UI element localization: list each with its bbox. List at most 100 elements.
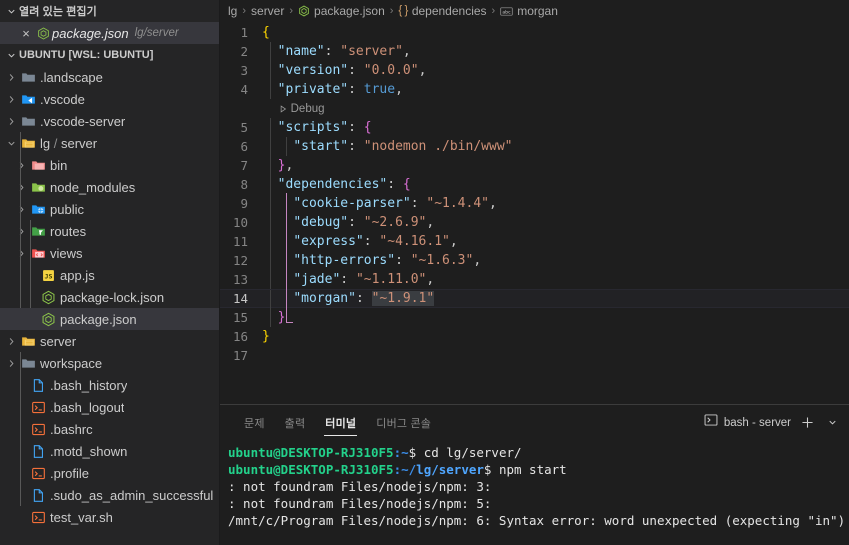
terminal-line: ubuntu@DESKTOP-RJ310F5:~$ cd lg/server/	[228, 444, 849, 461]
panel-tab-터미널[interactable]: 터미널	[315, 405, 366, 440]
code-line[interactable]: 10 "debug": "~2.6.9",	[220, 213, 849, 232]
code-line[interactable]: 14 "morgan": "~1.9.1"	[220, 289, 849, 309]
tree-item-app-js[interactable]: JS app.js	[0, 264, 219, 286]
code-line[interactable]: 15 }	[220, 308, 849, 327]
terminal-icon	[704, 413, 718, 432]
code-line-text: "cookie-parser": "~1.4.4",	[262, 194, 497, 213]
code-indent-guide	[270, 42, 271, 61]
code-token: :	[387, 177, 403, 192]
code-token: "scripts"	[277, 120, 349, 135]
file-blue-icon	[28, 488, 48, 503]
code-indent-guide	[270, 175, 271, 194]
code-token: "start"	[293, 139, 349, 154]
terminal-output[interactable]: ubuntu@DESKTOP-RJ310F5:~$ cd lg/server/u…	[220, 440, 849, 545]
code-line[interactable]: 11 "express": "~4.16.1",	[220, 232, 849, 251]
panel-tab-문제[interactable]: 문제	[234, 405, 275, 440]
tree-item-vscode-server[interactable]: .vscode-server	[0, 110, 219, 132]
codelens-debug-link[interactable]: Debug	[262, 103, 325, 115]
breadcrumb-item-dependencies[interactable]: { } dependencies	[398, 4, 486, 18]
panel-tab-디버그 콘솔[interactable]: 디버그 콘솔	[366, 405, 441, 440]
terminal-selector[interactable]: bash - server	[704, 413, 791, 432]
tree-item-test-var-sh[interactable]: test_var.sh	[0, 506, 219, 528]
code-line[interactable]: 13 "jade": "~1.11.0",	[220, 270, 849, 289]
close-icon[interactable]: ×	[18, 25, 34, 41]
code-token: :	[363, 234, 380, 249]
tree-item-sudo-as-admin-successful[interactable]: .sudo_as_admin_successful	[0, 484, 219, 506]
code-line[interactable]: 12 "http-errors": "~1.6.3",	[220, 251, 849, 270]
panel-tab-출력[interactable]: 출력	[275, 405, 316, 440]
tree-item-routes[interactable]: routes	[0, 220, 219, 242]
panel-tab-label: 터미널	[325, 417, 357, 430]
breadcrumb-item-label: server	[251, 4, 285, 18]
tree-item-lg[interactable]: lg / server	[0, 132, 219, 154]
code-line[interactable]: 6 "start": "nodemon ./bin/www"	[220, 137, 849, 156]
code-token: :	[348, 215, 364, 230]
code-token: {	[262, 25, 270, 40]
breadcrumb-item-server[interactable]: server	[251, 4, 284, 18]
code-line[interactable]: 8 "dependencies": {	[220, 175, 849, 194]
line-number: 1	[240, 25, 248, 40]
explorer-root-folder[interactable]: UBUNTU [WSL: UBUNTU]	[0, 44, 219, 66]
tree-item-package-lock-json[interactable]: package-lock.json	[0, 286, 219, 308]
tree-item-package-json[interactable]: package.json	[0, 308, 219, 330]
line-number: 5	[240, 120, 248, 135]
code-indent-guide	[270, 251, 271, 270]
code-indent-guide	[270, 213, 271, 232]
breadcrumb-item-lg[interactable]: lg	[228, 4, 237, 18]
tree-item-profile[interactable]: .profile	[0, 462, 219, 484]
breadcrumb-item-package-json[interactable]: package.json	[298, 4, 385, 18]
code-token: "~1.6.3"	[410, 253, 474, 268]
code-token: :	[410, 196, 427, 211]
code-token: :	[348, 82, 364, 97]
new-terminal-button[interactable]	[798, 414, 816, 432]
terminal-dropdown-button[interactable]	[823, 414, 841, 432]
line-number: 3	[240, 63, 248, 78]
string-abc-icon: abc	[500, 6, 513, 17]
folder-grey-icon	[18, 114, 38, 129]
panel-actions: bash - server	[704, 413, 849, 432]
code-line-text: "morgan": "~1.9.1"	[262, 289, 435, 308]
tree-item-node-modules[interactable]: node_modules	[0, 176, 219, 198]
tree-item-bin[interactable]: bin	[0, 154, 219, 176]
code-line[interactable]: 16}	[220, 327, 849, 346]
line-number: 15	[232, 310, 248, 325]
code-line[interactable]: 5 "scripts": {	[220, 118, 849, 137]
code-line[interactable]: 9 "cookie-parser": "~1.4.4",	[220, 194, 849, 213]
braces-icon: { }	[398, 5, 408, 17]
tree-item-landscape[interactable]: .landscape	[0, 66, 219, 88]
tree-indent-guide	[30, 220, 31, 308]
code-editor[interactable]: 1{2 "name": "server", 3 "version": "0.0.0…	[220, 22, 849, 404]
code-line[interactable]: 17	[220, 346, 849, 365]
tree-item-bash-logout[interactable]: .bash_logout	[0, 396, 219, 418]
code-token: "version"	[277, 63, 349, 78]
chevron-right-icon	[14, 204, 28, 215]
code-indent-guide	[270, 232, 271, 251]
code-line[interactable]: 4 "private": true,	[220, 80, 849, 99]
tree-item-views[interactable]: views	[0, 242, 219, 264]
code-line[interactable]: 7 },	[220, 156, 849, 175]
nodejs-json-icon	[34, 26, 52, 40]
tree-item-vscode[interactable]: .vscode	[0, 88, 219, 110]
panel-tab-label: 출력	[284, 417, 306, 430]
code-line[interactable]: 2 "name": "server",	[220, 42, 849, 61]
breadcrumb-item-morgan[interactable]: abc morgan	[500, 4, 558, 18]
code-token: {	[402, 177, 411, 192]
tree-item-workspace[interactable]: workspace	[0, 352, 219, 374]
code-token: {	[363, 120, 372, 135]
codelens-label: Debug	[290, 102, 325, 115]
tree-item-bashrc[interactable]: .bashrc	[0, 418, 219, 440]
tree-item-bash-history[interactable]: .bash_history	[0, 374, 219, 396]
code-line[interactable]: 1{	[220, 23, 849, 42]
code-token: ,	[489, 196, 497, 211]
code-line[interactable]: 3 "version": "0.0.0",	[220, 61, 849, 80]
chevron-right-icon	[4, 358, 18, 369]
code-line-text: "jade": "~1.11.0",	[262, 270, 434, 289]
code-token: ,	[418, 63, 427, 78]
tree-item-server[interactable]: server	[0, 330, 219, 352]
tree-item-motd-shown[interactable]: .motd_shown	[0, 440, 219, 462]
open-editor-item-package-json[interactable]: × package.json lg/server	[0, 22, 219, 44]
open-editors-section-header[interactable]: 열려 있는 편집기	[0, 0, 219, 22]
code-line-text: "name": "server",	[262, 42, 411, 61]
tree-item-public[interactable]: public	[0, 198, 219, 220]
code-token: "~2.6.9"	[363, 215, 427, 230]
